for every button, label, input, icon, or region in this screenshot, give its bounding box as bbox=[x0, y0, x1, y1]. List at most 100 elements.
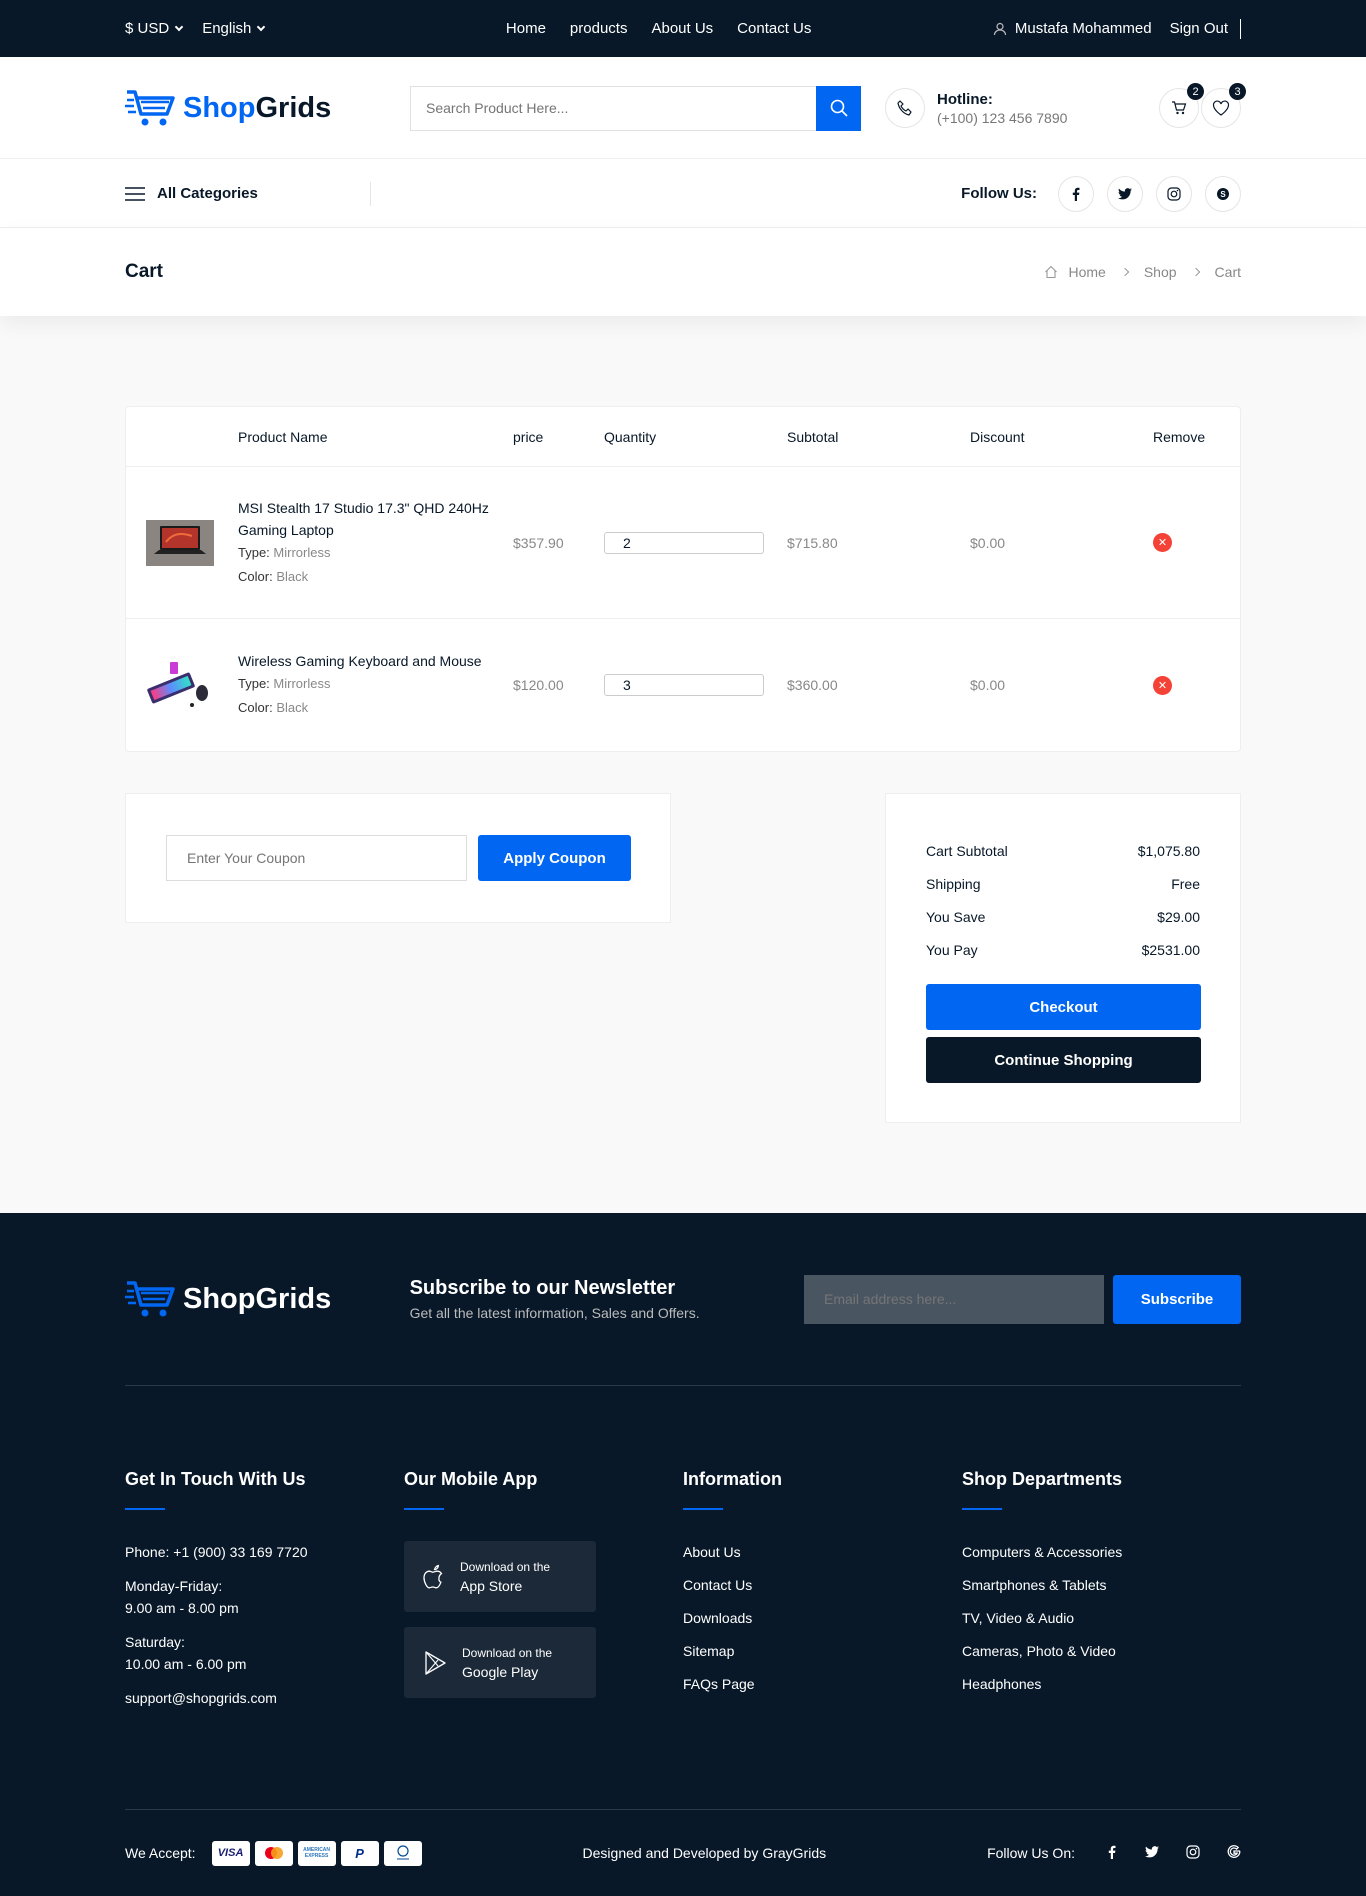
header-discount: Discount bbox=[970, 428, 1025, 445]
nav-about[interactable]: About Us bbox=[651, 20, 713, 37]
currency-label: $ USD bbox=[125, 20, 170, 37]
amex-icon: AMERICAN EXPRESS bbox=[297, 1840, 336, 1866]
dept-link-headphones[interactable]: Headphones bbox=[962, 1673, 1241, 1695]
home-icon bbox=[1045, 265, 1058, 279]
header-subtotal: Subtotal bbox=[787, 428, 839, 445]
info-link-faqs[interactable]: FAQs Page bbox=[683, 1673, 962, 1695]
quantity-input[interactable]: 2 bbox=[604, 531, 764, 554]
continue-shopping-button[interactable]: Continue Shopping bbox=[926, 1037, 1201, 1083]
footer-logo-text: ShopGrids bbox=[183, 1282, 332, 1315]
footer-credit: Designed and Developed by GrayGrids bbox=[582, 1845, 827, 1861]
hotline: Hotline: (+100) 123 456 7890 bbox=[885, 88, 1067, 128]
quantity-input[interactable]: 3 bbox=[604, 674, 764, 696]
newsletter-email-input[interactable] bbox=[804, 1274, 1104, 1324]
apple-icon bbox=[423, 1564, 443, 1588]
user-account[interactable]: Mustafa Mohammed bbox=[993, 20, 1152, 37]
app-store-button[interactable]: Download on the App Store bbox=[404, 1541, 596, 1612]
wishlist-count-badge: 3 bbox=[1229, 83, 1246, 100]
google-play-button[interactable]: Download on the Google Play bbox=[404, 1627, 596, 1698]
skype-icon[interactable]: S bbox=[1205, 175, 1241, 212]
summary-row-subtotal: Cart Subtotal $1,075.80 bbox=[926, 834, 1200, 867]
info-link-sitemap[interactable]: Sitemap bbox=[683, 1640, 962, 1662]
top-bar: $ USD English Home products About Us Con… bbox=[0, 0, 1366, 57]
info-link-about[interactable]: About Us bbox=[683, 1541, 962, 1563]
cart-row: Wireless Gaming Keyboard and Mouse Type:… bbox=[126, 619, 1240, 751]
breadcrumb-shop[interactable]: Shop bbox=[1144, 264, 1177, 280]
twitter-icon[interactable] bbox=[1107, 175, 1143, 212]
product-name[interactable]: MSI Stealth 17 Studio 17.3" QHD 240Hz Ga… bbox=[238, 497, 513, 541]
all-categories-label: All Categories bbox=[157, 185, 258, 202]
follow-on-label: Follow Us On: bbox=[987, 1845, 1075, 1861]
language-select[interactable]: English bbox=[202, 20, 266, 37]
footer-departments: Shop Departments Computers & Accessories… bbox=[962, 1469, 1241, 1721]
nav-products[interactable]: products bbox=[570, 20, 628, 37]
breadcrumb: Home Shop Cart bbox=[1044, 264, 1241, 280]
cart-logo-icon bbox=[125, 1281, 175, 1317]
product-image-keyboard[interactable] bbox=[146, 662, 214, 708]
search-input[interactable] bbox=[410, 85, 816, 131]
chevron-down-icon bbox=[174, 22, 184, 31]
main-header: ShopGrids Hotline: (+100) 123 456 7890 2 bbox=[0, 57, 1366, 159]
footer-logo[interactable]: ShopGrids bbox=[125, 1279, 410, 1319]
nav-contact[interactable]: Contact Us bbox=[737, 20, 811, 37]
facebook-icon[interactable] bbox=[1058, 175, 1094, 212]
color-value: Black bbox=[276, 700, 309, 715]
app-store-label: App Store bbox=[460, 1577, 523, 1594]
google-icon[interactable] bbox=[1227, 1844, 1241, 1862]
dept-link-cameras[interactable]: Cameras, Photo & Video bbox=[962, 1640, 1241, 1662]
summary-label: Shipping bbox=[926, 875, 981, 892]
nav-home[interactable]: Home bbox=[506, 20, 546, 37]
contact-title: Get In Touch With Us bbox=[125, 1469, 306, 1489]
title-underline bbox=[962, 1508, 1002, 1510]
breadcrumb-home[interactable]: Home bbox=[1068, 264, 1105, 280]
newsletter-title: Subscribe to our Newsletter bbox=[409, 1277, 676, 1299]
all-categories-menu[interactable]: All Categories bbox=[125, 181, 371, 206]
logo[interactable]: ShopGrids bbox=[125, 88, 410, 128]
instagram-icon[interactable] bbox=[1156, 175, 1192, 212]
saturday-hours: Saturday: 10.00 am - 6.00 pm bbox=[125, 1631, 404, 1675]
dept-link-smartphones[interactable]: Smartphones & Tablets bbox=[962, 1574, 1241, 1596]
user-name: Mustafa Mohammed bbox=[1014, 20, 1152, 37]
info-link-contact[interactable]: Contact Us bbox=[683, 1574, 962, 1596]
twitter-icon[interactable] bbox=[1145, 1845, 1159, 1861]
info-link-downloads[interactable]: Downloads bbox=[683, 1607, 962, 1629]
search-button[interactable] bbox=[816, 85, 861, 131]
remove-item-button[interactable]: ✕ bbox=[1153, 675, 1172, 695]
product-discount: $0.00 bbox=[970, 534, 1006, 551]
facebook-icon[interactable] bbox=[1106, 1845, 1118, 1862]
cart-table-header: Product Name price Quantity Subtotal Dis… bbox=[126, 407, 1240, 467]
product-subtotal: $715.80 bbox=[787, 534, 838, 551]
breadcrumb-bar: Cart Home Shop Cart bbox=[0, 228, 1366, 316]
sign-out-link[interactable]: Sign Out bbox=[1170, 20, 1228, 37]
checkout-button[interactable]: Checkout bbox=[926, 984, 1201, 1030]
app-store-small: Download on the bbox=[460, 1559, 551, 1574]
dept-link-tv[interactable]: TV, Video & Audio bbox=[962, 1607, 1241, 1629]
instagram-icon[interactable] bbox=[1186, 1844, 1200, 1862]
chevron-right-icon bbox=[1120, 267, 1130, 277]
header-product-name: Product Name bbox=[238, 428, 328, 445]
page-title: Cart bbox=[125, 261, 164, 282]
subscribe-button[interactable]: Subscribe bbox=[1113, 1274, 1241, 1324]
cart-summary: Cart Subtotal $1,075.80 Shipping Free You … bbox=[885, 793, 1241, 1123]
color-value: Black bbox=[276, 568, 309, 584]
summary-label: You Save bbox=[926, 908, 986, 925]
product-name[interactable]: Wireless Gaming Keyboard and Mouse bbox=[238, 650, 513, 672]
info-title: Information bbox=[683, 1469, 782, 1489]
type-label: Type: bbox=[238, 676, 270, 691]
wishlist-button[interactable]: 3 bbox=[1201, 83, 1246, 128]
product-image-laptop[interactable] bbox=[146, 519, 214, 566]
coupon-input[interactable] bbox=[166, 835, 467, 881]
logo-text-grids: Grids bbox=[255, 91, 332, 124]
apply-coupon-button[interactable]: Apply Coupon bbox=[478, 835, 631, 881]
summary-label: Cart Subtotal bbox=[926, 842, 1008, 859]
mastercard-icon bbox=[254, 1840, 293, 1866]
saturday-label: Saturday: bbox=[125, 1634, 185, 1650]
dept-link-computers[interactable]: Computers & Accessories bbox=[962, 1541, 1241, 1563]
google-play-label: Google Play bbox=[462, 1663, 539, 1680]
contact-email[interactable]: support@shopgrids.com bbox=[125, 1687, 404, 1709]
remove-item-button[interactable]: ✕ bbox=[1153, 533, 1172, 552]
coupon-box: Apply Coupon bbox=[125, 793, 671, 923]
cart-logo-icon bbox=[125, 90, 175, 126]
cart-button[interactable]: 2 bbox=[1159, 83, 1204, 128]
currency-select[interactable]: $ USD bbox=[125, 20, 184, 37]
